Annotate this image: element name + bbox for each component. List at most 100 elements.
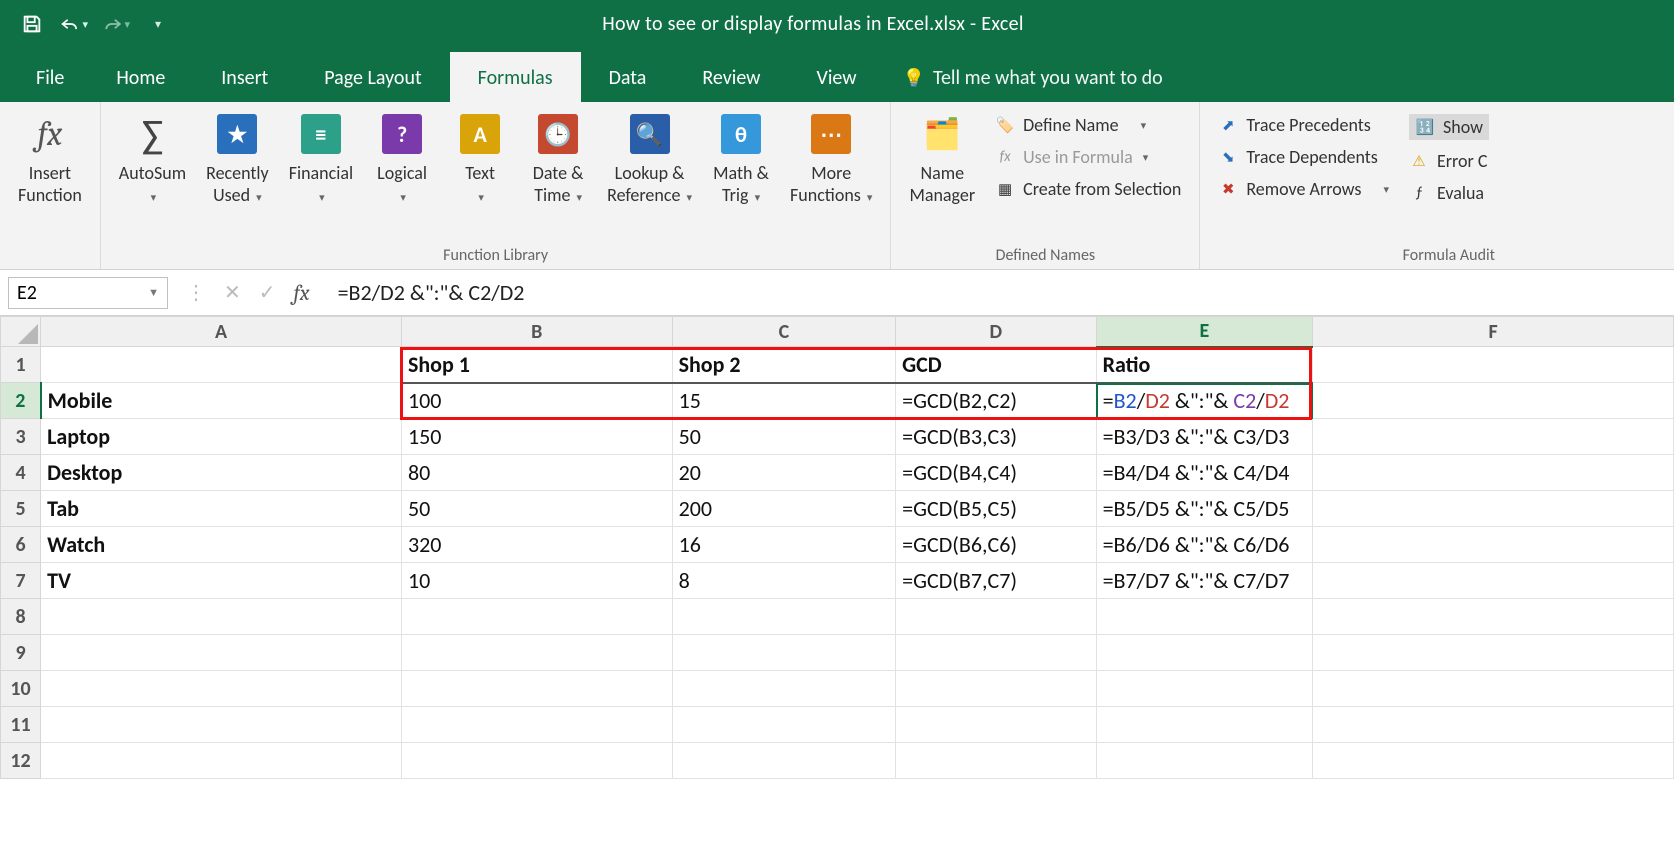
cell-D7[interactable]: =GCD(B7,C7) (896, 563, 1096, 599)
row-header-11[interactable]: 11 (1, 707, 41, 743)
cell-E7[interactable]: =B7/D7 &":"& C7/D7 (1096, 563, 1313, 599)
cell-D2[interactable]: =GCD(B2,C2) (896, 383, 1096, 419)
cell-C4[interactable]: 20 (672, 455, 896, 491)
cell-B1[interactable]: Shop 1 (401, 347, 672, 383)
row-header-3[interactable]: 3 (1, 419, 41, 455)
cell-A5[interactable]: Tab (41, 491, 402, 527)
cell-C7[interactable]: 8 (672, 563, 896, 599)
cancel-formula-icon[interactable]: ✕ (224, 280, 241, 305)
undo-icon[interactable]: ▾ (60, 12, 88, 36)
tab-insert[interactable]: Insert (193, 52, 296, 102)
financial-button[interactable]: ≡Financial▾ (279, 108, 363, 244)
cell-E6[interactable]: =B6/D6 &":"& C6/D6 (1096, 527, 1313, 563)
evaluate-formula-button[interactable]: ƒEvalua (1409, 182, 1489, 204)
save-icon[interactable] (18, 12, 46, 36)
cell-C1[interactable]: Shop 2 (672, 347, 896, 383)
use-in-formula-button[interactable]: fxUse in Formula ▾ (995, 146, 1181, 168)
select-all-corner[interactable] (1, 317, 41, 347)
cell-E5[interactable]: =B5/D5 &":"& C5/D5 (1096, 491, 1313, 527)
logical-button[interactable]: ?Logical▾ (363, 108, 441, 244)
cell-B6[interactable]: 320 (401, 527, 672, 563)
cell-B3[interactable]: 150 (401, 419, 672, 455)
cell-A7[interactable]: TV (41, 563, 402, 599)
cell-C5[interactable]: 200 (672, 491, 896, 527)
text-button[interactable]: AText▾ (441, 108, 519, 244)
tab-home[interactable]: Home (88, 52, 193, 102)
row-header-7[interactable]: 7 (1, 563, 41, 599)
row-header-8[interactable]: 8 (1, 599, 41, 635)
tab-formulas[interactable]: Formulas (450, 52, 581, 102)
row-header-1[interactable]: 1 (1, 347, 41, 383)
tab-review[interactable]: Review (674, 52, 788, 102)
show-formulas-button[interactable]: 🔢Show (1409, 114, 1489, 140)
cell-D1[interactable]: GCD (896, 347, 1096, 383)
cell-F1[interactable] (1313, 347, 1674, 383)
cell-A3[interactable]: Laptop (41, 419, 402, 455)
cell-A1[interactable] (41, 347, 402, 383)
autosum-button[interactable]: ∑AutoSum▾ (109, 108, 196, 244)
cell-F3[interactable] (1313, 419, 1674, 455)
more-functions-button[interactable]: ⋯MoreFunctions ▾ (780, 108, 882, 244)
fx-label-icon[interactable]: fx (294, 280, 310, 306)
tab-file[interactable]: File (12, 52, 88, 102)
cell-D5[interactable]: =GCD(B5,C5) (896, 491, 1096, 527)
col-header-F[interactable]: F (1313, 317, 1674, 347)
tab-data[interactable]: Data (581, 52, 675, 102)
worksheet-grid[interactable]: A B C D E F 1 Shop 1 Shop 2 GCD Ratio 2 … (0, 316, 1674, 779)
cell-E4[interactable]: =B4/D4 &":"& C4/D4 (1096, 455, 1313, 491)
tell-me-search[interactable]: 💡 Tell me what you want to do (885, 54, 1181, 102)
cell-B7[interactable]: 10 (401, 563, 672, 599)
row-header-10[interactable]: 10 (1, 671, 41, 707)
cell-B5[interactable]: 50 (401, 491, 672, 527)
recently-used-button[interactable]: ★RecentlyUsed ▾ (196, 108, 279, 244)
tab-view[interactable]: View (788, 52, 884, 102)
col-header-A[interactable]: A (41, 317, 402, 347)
math-trig-button[interactable]: θMath &Trig ▾ (702, 108, 780, 244)
col-header-C[interactable]: C (672, 317, 896, 347)
enter-formula-icon[interactable]: ✓ (259, 280, 276, 305)
row-header-12[interactable]: 12 (1, 743, 41, 779)
define-name-button[interactable]: 🏷️Define Name ▾ (995, 114, 1181, 136)
cell-F6[interactable] (1313, 527, 1674, 563)
cell-A8[interactable] (41, 599, 402, 635)
cell-D4[interactable]: =GCD(B4,C4) (896, 455, 1096, 491)
redo-icon[interactable]: ▾ (102, 12, 130, 36)
date-time-button[interactable]: 🕒Date &Time ▾ (519, 108, 597, 244)
trace-dependents-button[interactable]: ⬊Trace Dependents (1218, 146, 1389, 168)
cell-A4[interactable]: Desktop (41, 455, 402, 491)
col-header-B[interactable]: B (401, 317, 672, 347)
cell-A6[interactable]: Watch (41, 527, 402, 563)
name-box[interactable]: E2▼ (8, 277, 168, 309)
trace-precedents-button[interactable]: ⬈Trace Precedents (1218, 114, 1389, 136)
cell-A2[interactable]: Mobile (41, 383, 402, 419)
create-from-selection-button[interactable]: ▦Create from Selection (995, 178, 1181, 200)
remove-arrows-button[interactable]: ✖Remove Arrows ▾ (1218, 178, 1389, 200)
col-header-E[interactable]: E (1096, 317, 1313, 347)
cell-E1[interactable]: Ratio (1096, 347, 1313, 383)
cell-C2[interactable]: 15 (672, 383, 896, 419)
tab-page-layout[interactable]: Page Layout (296, 52, 449, 102)
cell-F7[interactable] (1313, 563, 1674, 599)
cell-F5[interactable] (1313, 491, 1674, 527)
cell-B2[interactable]: 100 (401, 383, 672, 419)
cell-B4[interactable]: 80 (401, 455, 672, 491)
cell-D6[interactable]: =GCD(B6,C6) (896, 527, 1096, 563)
name-manager-button[interactable]: 🗂️NameManager (899, 108, 985, 244)
row-header-4[interactable]: 4 (1, 455, 41, 491)
row-header-9[interactable]: 9 (1, 635, 41, 671)
cell-C6[interactable]: 16 (672, 527, 896, 563)
formula-bar-input[interactable]: =B2/D2 &":"& C2/D2 (328, 279, 1674, 306)
cell-C3[interactable]: 50 (672, 419, 896, 455)
cell-F2[interactable] (1313, 383, 1674, 419)
insert-function-button[interactable]: fx InsertFunction (8, 108, 92, 244)
cell-D3[interactable]: =GCD(B3,C3) (896, 419, 1096, 455)
row-header-2[interactable]: 2 (1, 383, 41, 419)
row-header-6[interactable]: 6 (1, 527, 41, 563)
chevron-down-icon[interactable]: ▼ (148, 286, 159, 299)
lookup-reference-button[interactable]: 🔍Lookup &Reference ▾ (597, 108, 702, 244)
row-header-5[interactable]: 5 (1, 491, 41, 527)
qat-customize-icon[interactable]: ▾ (144, 12, 172, 36)
cell-E2[interactable]: =B2/D2 &":"& C2/D2 (1096, 383, 1313, 419)
cell-F4[interactable] (1313, 455, 1674, 491)
cell-E3[interactable]: =B3/D3 &":"& C3/D3 (1096, 419, 1313, 455)
